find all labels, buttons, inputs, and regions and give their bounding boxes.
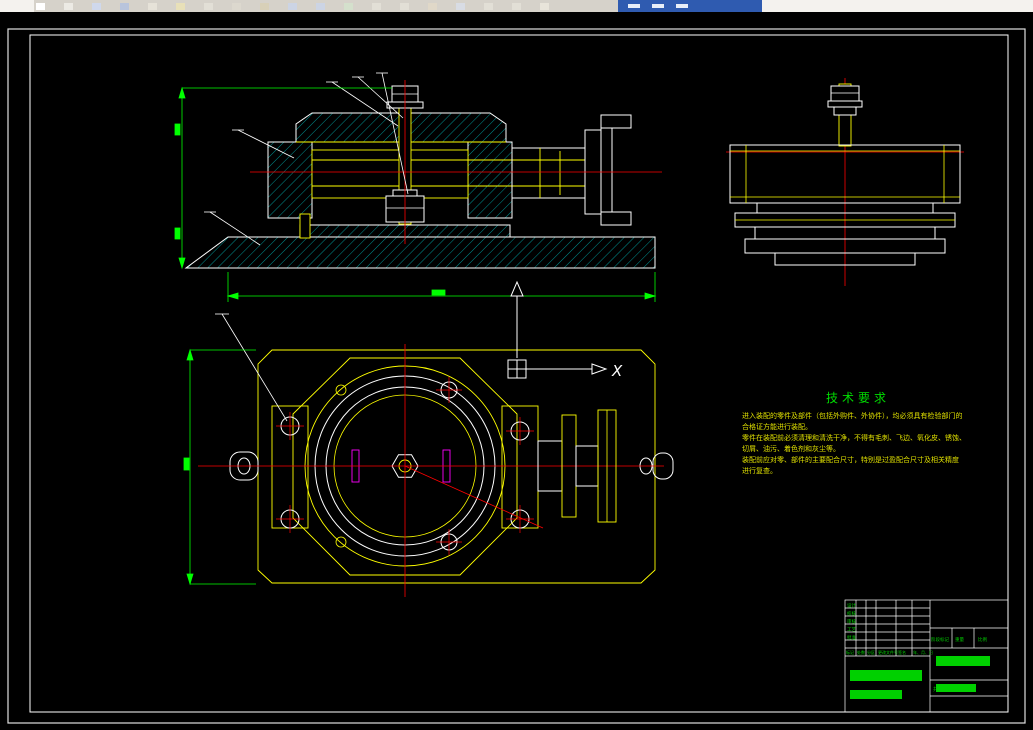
- open-icon[interactable]: [92, 2, 101, 10]
- svg-text:更改文件号: 更改文件号: [878, 649, 898, 655]
- save-icon[interactable]: [120, 2, 129, 10]
- toolbar-highlight-glyph: [628, 4, 640, 8]
- svg-text:切屑、油污、着色剂和灰尘等。: 切屑、油污、着色剂和灰尘等。: [742, 444, 840, 453]
- layer-icon[interactable]: [344, 2, 353, 10]
- svg-text:批准: 批准: [847, 634, 856, 641]
- toolbar-right-blank: [762, 0, 1033, 12]
- preview-icon[interactable]: [176, 2, 185, 10]
- line-icon[interactable]: [372, 2, 381, 10]
- svg-text:重量: 重量: [955, 636, 964, 643]
- app-logo-icon[interactable]: [36, 2, 45, 10]
- undo-icon[interactable]: [288, 2, 297, 10]
- new-icon[interactable]: [64, 2, 73, 10]
- redo-icon[interactable]: [316, 2, 325, 10]
- svg-text:设计: 设计: [847, 602, 856, 609]
- dim-icon[interactable]: [428, 2, 437, 10]
- toolbar-highlight-glyph: [676, 4, 688, 8]
- svg-text:分区: 分区: [867, 649, 875, 655]
- svg-text:合格证方能进行装配。: 合格证方能进行装配。: [742, 422, 812, 431]
- svg-text:比例: 比例: [978, 636, 987, 643]
- svg-text:阶段标记: 阶段标记: [931, 636, 949, 643]
- svg-text:标记: 标记: [846, 649, 854, 655]
- model-space[interactable]: X 技术要求 进入装配的零件及部件（包括外购件、外协件），均必须具有检验部门的 …: [0, 12, 1033, 730]
- circle-icon[interactable]: [400, 2, 409, 10]
- zoom-icon[interactable]: [456, 2, 465, 10]
- paste-icon[interactable]: [260, 2, 269, 10]
- help-icon[interactable]: [540, 2, 549, 10]
- copy-icon[interactable]: [232, 2, 241, 10]
- print-icon[interactable]: [148, 2, 157, 10]
- svg-text:进入装配的零件及部件（包括外购件、外协件），均必须具有检验部: 进入装配的零件及部件（包括外购件、外协件），均必须具有检验部门的: [742, 411, 963, 420]
- svg-text:签名: 签名: [898, 649, 906, 655]
- svg-text:审核: 审核: [847, 618, 856, 625]
- grid-icon[interactable]: [512, 2, 521, 10]
- svg-text:装配前应对零、部件的主要配合尺寸，特别是过盈配合尺寸及相关精: 装配前应对零、部件的主要配合尺寸，特别是过盈配合尺寸及相关精度: [742, 455, 959, 464]
- svg-text:处数: 处数: [857, 649, 865, 655]
- svg-text:进行复查。: 进行复查。: [742, 466, 777, 475]
- cut-icon[interactable]: [204, 2, 213, 10]
- svg-text:校核: 校核: [847, 610, 856, 617]
- svg-text:工艺: 工艺: [847, 627, 856, 633]
- toolbar-icons: [36, 0, 549, 12]
- svg-text:零件在装配前必须清理和清洗干净，不得有毛刺、飞边、氧化皮、锈: 零件在装配前必须清理和清洗干净，不得有毛刺、飞边、氧化皮、锈蚀、: [742, 433, 966, 442]
- svg-text:年、月、日: 年、月、日: [913, 649, 933, 655]
- tech-requirements-title: 技术要求: [826, 391, 890, 405]
- cad-window: X 技术要求 进入装配的零件及部件（包括外购件、外协件），均必须具有检验部门的 …: [0, 0, 1033, 730]
- pan-icon[interactable]: [484, 2, 493, 10]
- top-toolbar: [0, 0, 1033, 12]
- toolbar-active-section[interactable]: [618, 0, 762, 12]
- toolbar-left-blank: [0, 0, 34, 12]
- x-axis-label: X: [611, 362, 623, 380]
- toolbar-highlight-glyph: [652, 4, 664, 8]
